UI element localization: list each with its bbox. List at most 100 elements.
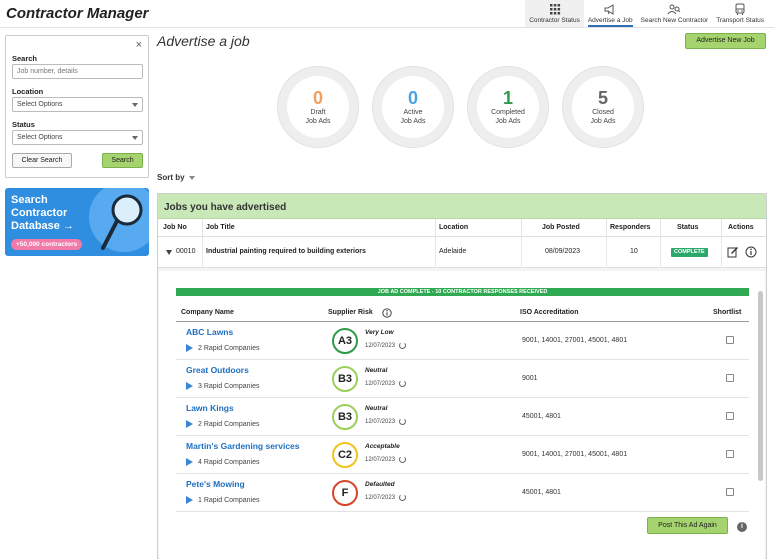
column-divider xyxy=(606,219,607,237)
promo-badge: +50,000 contractors xyxy=(11,239,83,250)
company-row: Martin's Gardening services 4 Rapid Comp… xyxy=(176,436,749,474)
stat-inner: 5 Closed Job Ads xyxy=(572,76,634,138)
company-name-link[interactable]: Great Outdoors xyxy=(186,365,249,375)
status-value: Select Options xyxy=(17,134,63,141)
company-name-link[interactable]: Lawn Kings xyxy=(186,403,234,413)
stat-completed[interactable]: 1 Completed Job Ads xyxy=(467,66,549,148)
search-contractor-database-promo[interactable]: Search Contractor Database → +50,000 con… xyxy=(5,188,149,256)
rapid-companies-text: 1 Rapid Companies xyxy=(198,496,260,504)
company-row: ABC Lawns 2 Rapid Companies A3 Very Low … xyxy=(176,322,749,360)
job-title: Industrial painting required to building… xyxy=(206,248,366,255)
job-complete-banner: JOB AD COMPLETE - 10 CONTRACTOR RESPONSE… xyxy=(176,288,749,296)
col-company-name: Company Name xyxy=(181,309,234,316)
column-divider xyxy=(521,219,522,237)
send-icon xyxy=(186,382,193,390)
refresh-icon[interactable] xyxy=(399,418,407,425)
stat-active[interactable]: 0 Active Job Ads xyxy=(372,66,454,148)
shortlist-checkbox[interactable] xyxy=(726,374,734,382)
nav-advertise-job[interactable]: Advertise a Job xyxy=(584,0,637,27)
job-row[interactable]: 00010 Industrial painting required to bu… xyxy=(158,237,766,268)
column-divider xyxy=(435,219,436,237)
stat-value: 5 xyxy=(597,88,608,108)
risk-grade-badge: F xyxy=(332,480,358,506)
company-name-link[interactable]: ABC Lawns xyxy=(186,327,233,337)
shortlist-checkbox[interactable] xyxy=(726,336,734,344)
nav-contractor-status[interactable]: Contractor Status xyxy=(525,0,584,27)
close-icon[interactable]: × xyxy=(136,39,142,51)
status-label: Status xyxy=(12,120,35,129)
status-badge: COMPLETE xyxy=(671,248,708,257)
app-title: Contractor Manager xyxy=(6,5,149,22)
sort-by-dropdown[interactable]: Sort by xyxy=(157,173,195,182)
risk-grade-badge: A3 xyxy=(332,328,358,354)
iso-list: 45001, 4801 xyxy=(522,489,561,496)
refresh-icon[interactable] xyxy=(399,380,407,387)
rapid-companies: 2 Rapid Companies xyxy=(186,420,259,428)
stat-closed[interactable]: 5 Closed Job Ads xyxy=(562,66,644,148)
iso-list: 9001 xyxy=(522,375,538,382)
col-job-no: Job No xyxy=(163,224,187,231)
column-divider xyxy=(721,237,722,268)
stat-label: Closed xyxy=(592,109,614,116)
column-divider xyxy=(521,237,522,268)
risk-date-text: 12/07/2023 xyxy=(365,495,396,502)
job-posted: 08/09/2023 xyxy=(545,248,581,255)
risk-date: 12/07/2023 xyxy=(365,418,407,426)
advertise-new-job-button[interactable]: Advertise New Job xyxy=(685,33,766,49)
company-name-link[interactable]: Pete's Mowing xyxy=(186,479,245,489)
sort-by-label: Sort by xyxy=(157,173,185,182)
chevron-down-icon xyxy=(132,103,138,107)
shortlist-checkbox[interactable] xyxy=(726,412,734,420)
top-bar: Contractor Manager Contractor Status Adv… xyxy=(0,0,774,28)
job-location: Adelaide xyxy=(439,248,467,255)
nav-label: Advertise a Job xyxy=(587,17,633,27)
risk-date-text: 12/07/2023 xyxy=(365,419,396,426)
rapid-companies: 1 Rapid Companies xyxy=(186,496,259,504)
risk-label: Very Low xyxy=(365,329,394,336)
search-input[interactable]: Job number, details xyxy=(12,64,143,79)
col-responders: Responders xyxy=(610,224,651,231)
refresh-icon[interactable] xyxy=(399,342,407,349)
company-row: Lawn Kings 2 Rapid Companies B3 Neutral … xyxy=(176,398,749,436)
scrollbar[interactable] xyxy=(758,291,763,481)
refresh-icon[interactable] xyxy=(399,494,407,501)
stat-label: Job Ads xyxy=(590,118,616,125)
col-job-title: Job Title xyxy=(206,224,235,231)
company-row: Great Outdoors 3 Rapid Companies B3 Neut… xyxy=(176,360,749,398)
bus-icon xyxy=(735,3,745,15)
stat-inner: 0 Active Job Ads xyxy=(382,76,444,138)
search-button[interactable]: Search xyxy=(102,153,143,168)
expand-toggle-icon[interactable] xyxy=(166,250,172,255)
nav-search-contractor[interactable]: Search New Contractor xyxy=(637,0,713,27)
iso-list: 45001, 4801 xyxy=(522,413,561,420)
column-divider xyxy=(660,219,661,237)
location-select[interactable]: Select Options xyxy=(12,97,143,112)
edit-icon[interactable] xyxy=(727,246,739,258)
send-icon xyxy=(186,458,193,466)
shortlist-checkbox[interactable] xyxy=(726,488,734,496)
stat-inner: 1 Completed Job Ads xyxy=(477,76,539,138)
stat-value: 0 xyxy=(312,88,323,108)
info-icon[interactable] xyxy=(745,246,757,258)
stat-label: Active xyxy=(403,109,423,116)
company-name-link[interactable]: Martin's Gardening services xyxy=(186,441,300,451)
location-label: Location xyxy=(12,87,44,96)
clear-search-button[interactable]: Clear Search xyxy=(12,153,72,168)
col-job-posted: Job Posted xyxy=(542,224,580,231)
info-icon[interactable]: i xyxy=(737,522,747,532)
stat-draft[interactable]: 0 Draft Job Ads xyxy=(277,66,359,148)
post-ad-again-button[interactable]: Post This Ad Again xyxy=(647,517,728,534)
job-number: 00010 xyxy=(176,248,196,255)
stat-label: Completed xyxy=(491,109,525,116)
chevron-down-icon xyxy=(132,136,138,140)
risk-date-text: 12/07/2023 xyxy=(365,457,396,464)
nav-transport-status[interactable]: Transport Status xyxy=(712,0,768,27)
col-actions: Actions xyxy=(728,224,754,231)
risk-grade-badge: B3 xyxy=(332,404,358,430)
shortlist-checkbox[interactable] xyxy=(726,450,734,458)
info-icon[interactable] xyxy=(382,308,392,318)
refresh-icon[interactable] xyxy=(399,456,407,463)
risk-label: Neutral xyxy=(365,367,388,374)
status-select[interactable]: Select Options xyxy=(12,130,143,145)
risk-grade-badge: B3 xyxy=(332,366,358,392)
